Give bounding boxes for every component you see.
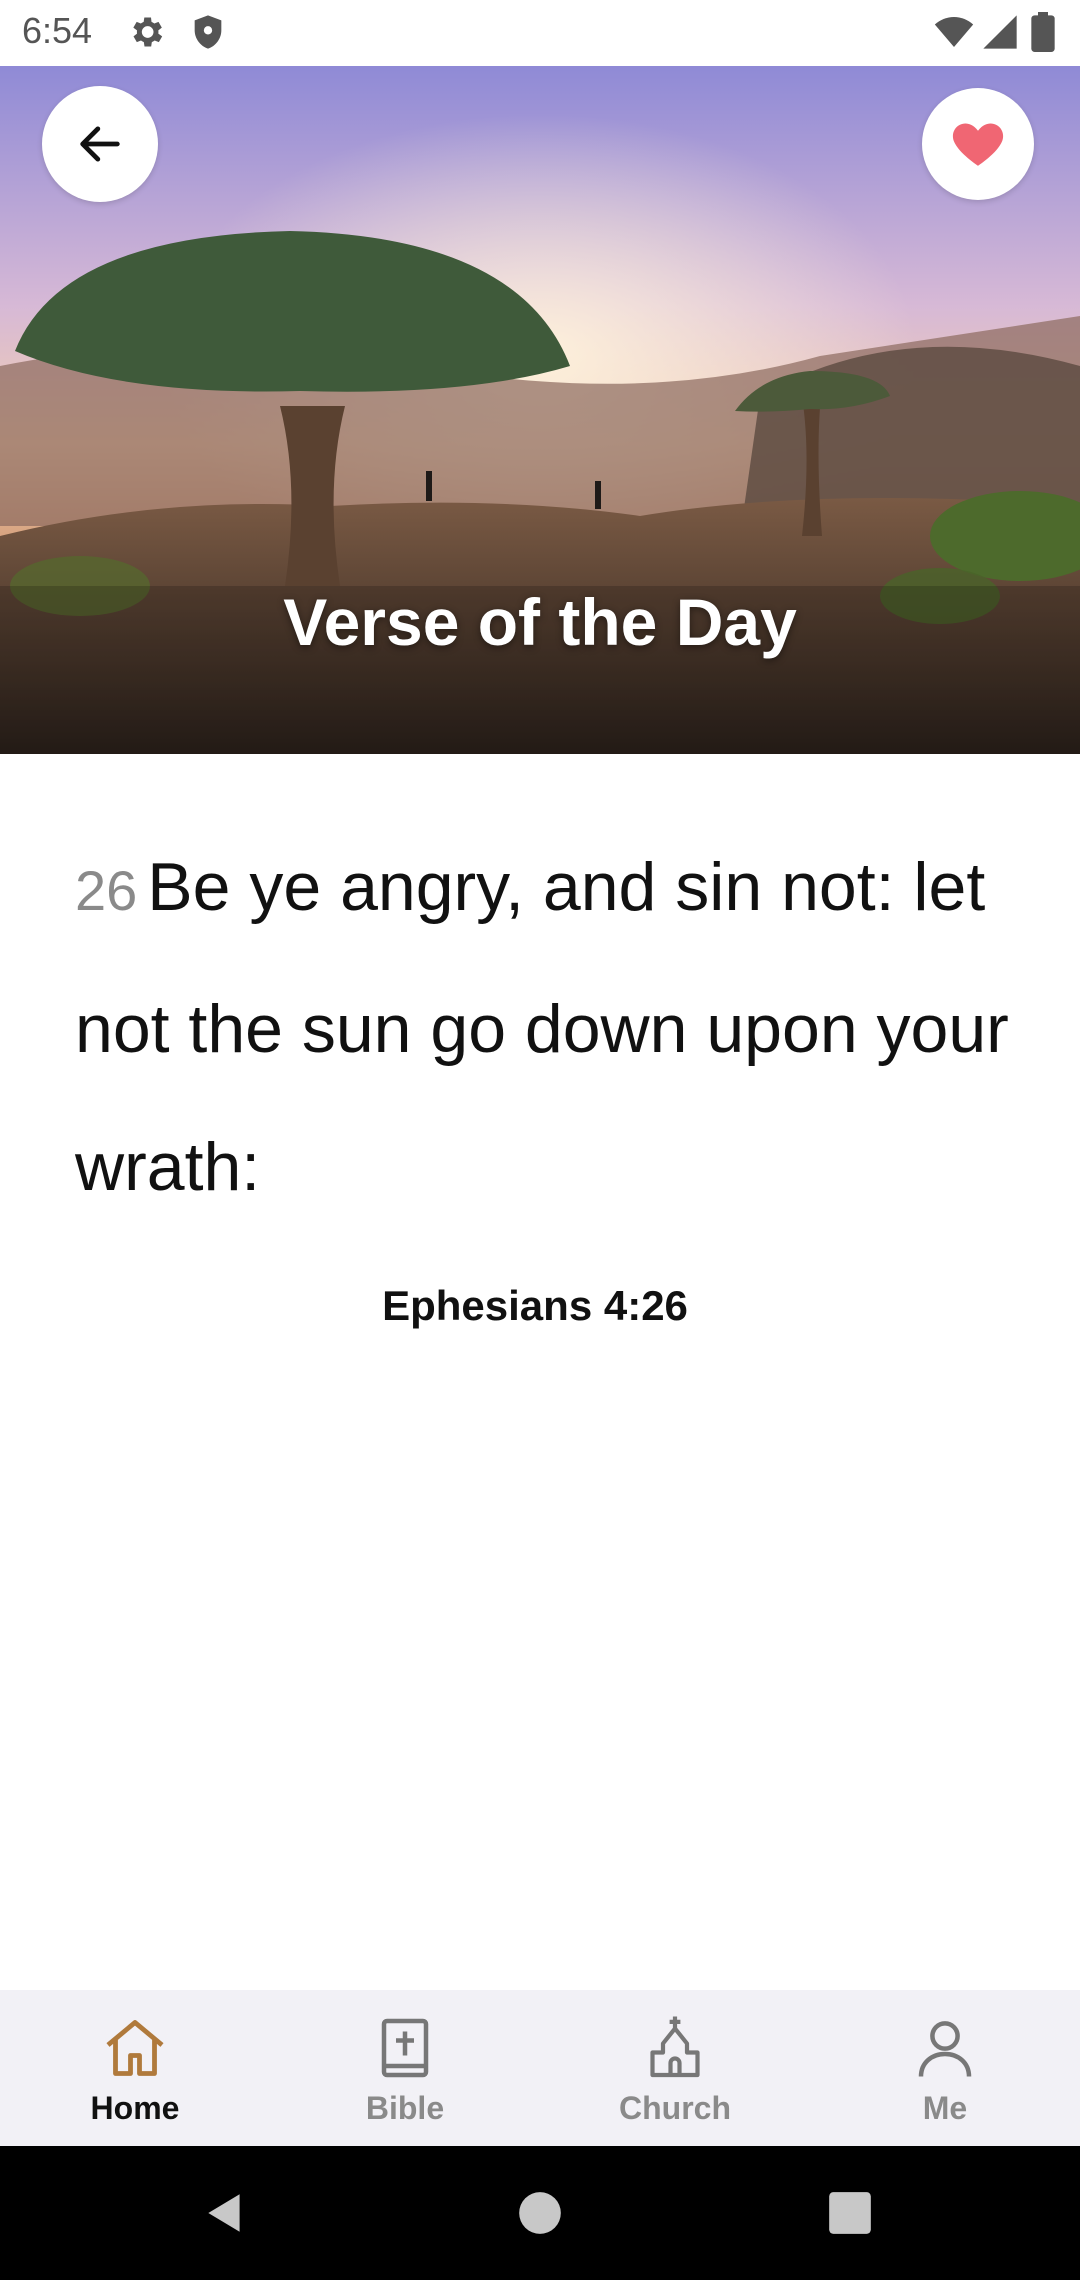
nav-me[interactable]: Me	[810, 1990, 1080, 2146]
nav-home[interactable]: Home	[0, 1990, 270, 2146]
nav-home-label: Home	[90, 2090, 180, 2126]
verse-text: Be ye angry, and sin not: let not the su…	[75, 849, 1009, 1205]
shield-icon	[194, 15, 222, 49]
verse-reference: Ephesians 4:26	[382, 1282, 688, 1329]
system-navigation-bar	[0, 2146, 1080, 2280]
nav-church-label: Church	[619, 2090, 731, 2126]
gear-icon	[133, 17, 163, 47]
home-icon	[106, 2020, 164, 2076]
nav-bible-label: Bible	[365, 2090, 445, 2126]
bible-icon	[381, 2018, 429, 2078]
bottom-navigation: Home Bible Church Me	[0, 1990, 1080, 2146]
verse-number: 26	[75, 859, 138, 922]
hero-title: Verse of the Day	[283, 585, 797, 659]
person-icon	[918, 2021, 972, 2077]
arrow-left-icon	[80, 126, 120, 162]
home-circle-icon[interactable]	[515, 2188, 565, 2238]
verse-text-block: 26 Be ye angry, and sin not: let not the …	[75, 818, 1015, 1236]
hero-banner: Verse of the Day	[0, 66, 1080, 754]
battery-icon	[1031, 12, 1055, 52]
back-button[interactable]	[42, 86, 158, 202]
nav-church[interactable]: Church	[540, 1990, 810, 2146]
nav-bible[interactable]: Bible	[270, 1990, 540, 2146]
back-triangle-icon[interactable]	[200, 2188, 250, 2238]
signal-icon	[983, 15, 1017, 49]
heart-icon	[952, 123, 1004, 166]
favorite-button[interactable]	[922, 88, 1034, 200]
wifi-icon	[934, 17, 974, 47]
recents-square-icon[interactable]	[825, 2188, 875, 2238]
nav-me-label: Me	[922, 2090, 968, 2126]
status-bar: 6:54	[0, 0, 1080, 66]
status-time: 6:54	[22, 10, 93, 51]
church-icon	[650, 2016, 700, 2078]
